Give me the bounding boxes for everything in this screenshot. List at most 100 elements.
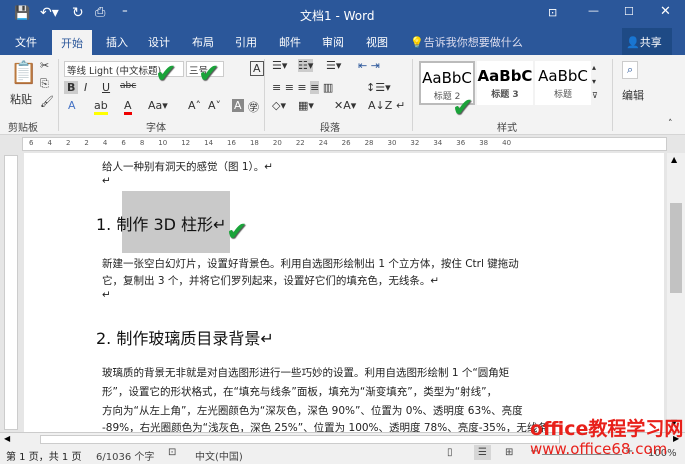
scroll-up-icon[interactable]: ▲: [671, 155, 677, 164]
web-layout-icon[interactable]: ⊞: [505, 447, 513, 458]
tab-file[interactable]: 文件: [15, 34, 37, 50]
undo-icon[interactable]: ↶▾: [40, 5, 59, 21]
paragraph-mark: ↵: [102, 289, 111, 301]
word-count[interactable]: 6/1036 个字: [96, 448, 154, 463]
paragraph: 给人一种别有洞天的感觉（图 1）。↵: [102, 161, 274, 173]
tab-mailings[interactable]: 邮件: [279, 34, 301, 50]
styles-scroll-buttons[interactable]: ▴ ▾ ⊽: [592, 61, 598, 103]
horizontal-ruler[interactable]: 6 4 2 2 4 6 8 10 12 14 16 18 20 22 24 26 28 30 32 34 36 38 40: [22, 137, 667, 151]
indent-buttons[interactable]: ⇤ ⇥: [358, 59, 380, 72]
strikethrough-button[interactable]: abc: [120, 81, 136, 91]
document-page[interactable]: 给人一种别有洞天的感觉（图 1）。↵ ↵ 1. 制作 3D 柱形↵ ✔ 新建一张…: [24, 153, 664, 432]
watermark-title: office教程学习网: [530, 418, 684, 440]
borders-button[interactable]: ▦▾: [298, 99, 314, 112]
paste-icon[interactable]: 📋: [10, 61, 37, 86]
minimize-button[interactable]: —: [588, 4, 599, 17]
grow-font-button[interactable]: A˄: [188, 99, 201, 112]
ruler-tick-label: 14: [204, 139, 214, 147]
shading-button[interactable]: ◇▾: [272, 99, 286, 112]
tell-me-search[interactable]: 💡告诉我你想要做什么: [410, 34, 523, 50]
paragraph-mark: ↵: [102, 175, 111, 187]
font-color-button[interactable]: A: [124, 99, 132, 115]
scroll-thumb[interactable]: [40, 435, 560, 444]
ruler-tick-label: 20: [272, 139, 282, 147]
tab-design[interactable]: 设计: [148, 34, 170, 50]
change-case-button[interactable]: Aa▾: [148, 99, 168, 112]
bold-button[interactable]: B: [64, 81, 79, 94]
format-painter-icon[interactable]: 🖌: [40, 95, 54, 108]
character-border-button[interactable]: A: [250, 61, 264, 76]
ruler-tick-label: 34: [433, 139, 443, 147]
show-marks-button[interactable]: ↵: [396, 99, 405, 112]
tab-references[interactable]: 引用: [235, 34, 257, 50]
bullets-button[interactable]: ☰▾: [272, 59, 287, 72]
save-icon[interactable]: 💾: [14, 6, 30, 21]
tab-insert[interactable]: 插入: [106, 34, 128, 50]
ruler-tick-label: 4: [47, 139, 52, 147]
divider: [264, 59, 265, 131]
editing-button[interactable]: 编辑: [622, 87, 644, 103]
line-spacing-button[interactable]: ↕☰▾: [366, 81, 391, 94]
styles-group-label: 样式: [497, 123, 517, 134]
print-layout-icon[interactable]: ☰: [474, 445, 491, 460]
paste-button[interactable]: 粘贴: [10, 91, 32, 107]
sort-button[interactable]: A↓Z: [368, 99, 392, 112]
style-heading-3[interactable]: AaBbC 标题 3: [477, 61, 533, 105]
enclose-characters-button[interactable]: ㊫: [248, 99, 259, 115]
copy-icon[interactable]: ⎘: [40, 77, 49, 91]
ruler-tick-label: 26: [341, 139, 351, 147]
ruler-tick-label: 32: [410, 139, 420, 147]
customize-qat-icon[interactable]: ⁼: [122, 6, 128, 19]
numbering-button[interactable]: ☷▾: [298, 59, 314, 72]
ribbon: 📋 粘贴 ✂ ⎘ 🖌 剪贴板 等线 Light (中文标题) 三号 B I U …: [0, 55, 685, 135]
vertical-scrollbar[interactable]: ▲ ▼: [667, 153, 685, 432]
paragraph: 玻璃质的背景无非就是对自选图形进行一些巧妙的设置。利用自选图形绘制 1 个“圆角…: [102, 367, 510, 379]
multilevel-list-button[interactable]: ☰▾: [326, 59, 341, 72]
tab-layout[interactable]: 布局: [192, 34, 214, 50]
asian-layout-button[interactable]: ✕A▾: [334, 99, 356, 112]
scroll-thumb[interactable]: [670, 203, 682, 293]
checkmark-icon: ✔: [198, 59, 220, 89]
redo-icon[interactable]: ↻: [72, 5, 84, 21]
maximize-button[interactable]: ☐: [624, 5, 634, 18]
proofing-icon[interactable]: ⊡: [168, 447, 176, 458]
page-count[interactable]: 第 1 页，共 1 页: [6, 448, 81, 463]
ruler-tick-label: 2: [84, 139, 89, 147]
highlight-button[interactable]: ab: [94, 99, 108, 115]
share-button[interactable]: 👤共享: [622, 28, 672, 55]
divider: [612, 59, 613, 131]
language[interactable]: 中文(中国): [195, 448, 243, 463]
character-shading-button[interactable]: A: [232, 99, 244, 112]
find-icon[interactable]: ⌕: [622, 61, 639, 79]
underline-button[interactable]: U: [102, 81, 110, 94]
title-bar: 💾 ↶▾ ↻ ⎙ ⁼ 文档1 - Word ⊡ — ☐ ✕: [0, 0, 685, 28]
ruler-tick-label: 2: [65, 139, 71, 147]
tab-view[interactable]: 视图: [366, 34, 388, 50]
font-group-label: 字体: [146, 123, 166, 134]
close-button[interactable]: ✕: [660, 4, 671, 19]
shrink-font-button[interactable]: A˅: [208, 99, 221, 112]
clipboard-group-label: 剪贴板: [8, 123, 38, 134]
ruler-tick-label: 4: [102, 139, 108, 147]
person-add-icon: 👤: [626, 36, 640, 49]
read-mode-icon[interactable]: ▯: [447, 447, 453, 458]
tab-home[interactable]: 开始: [52, 30, 92, 55]
scroll-left-icon[interactable]: ◀: [4, 434, 10, 443]
print-preview-icon[interactable]: ⎙: [95, 5, 105, 20]
paragraph: 它，复制出 3 个，并将它们罗列起来，设置好它们的填充色，无线条。↵: [102, 275, 440, 287]
text-effects-button[interactable]: A: [68, 99, 76, 112]
paragraph-group-label: 段落: [320, 123, 340, 134]
italic-button[interactable]: I: [84, 81, 87, 94]
heading-2: 2. 制作玻璃质目录背景↵: [96, 329, 274, 348]
style-title[interactable]: AaBbC 标题: [535, 61, 591, 105]
tab-review[interactable]: 审阅: [322, 34, 344, 50]
ribbon-tabs: 文件 开始 插入 设计 布局 引用 邮件 审阅 视图 💡告诉我你想要做什么 👤共…: [0, 28, 685, 55]
paragraph: -89%，右光圈颜色为“浅灰色，深色 25%”、位置为 100%、透明度 78%…: [102, 422, 548, 432]
cut-icon[interactable]: ✂: [40, 59, 49, 72]
align-buttons[interactable]: ≡ ≡ ≡ ≡ ▥: [272, 81, 333, 94]
collapse-ribbon-icon[interactable]: ˄: [668, 119, 673, 129]
divider: [412, 59, 413, 131]
vertical-ruler[interactable]: [4, 155, 18, 430]
paragraph: 形”，设置它的形状格式，在“填充与线条”面板，填充为“渐变填充”，类型为“射线”…: [102, 386, 498, 398]
ribbon-display-icon[interactable]: ⊡: [548, 6, 557, 19]
